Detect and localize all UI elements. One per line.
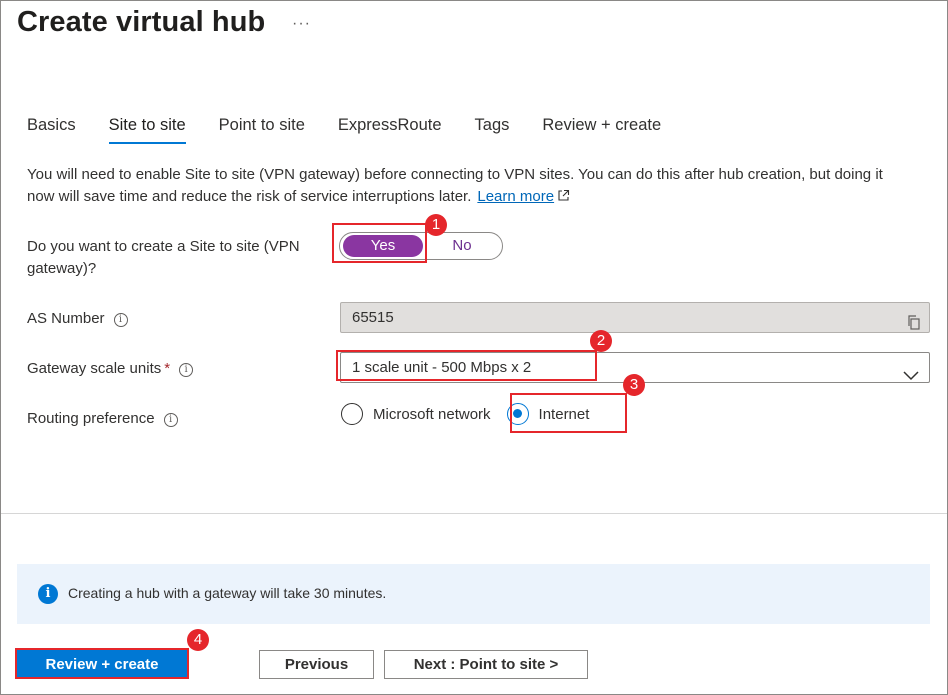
step-badge-1: 1 [425, 214, 447, 236]
more-options-button[interactable]: ··· [292, 15, 311, 33]
copy-icon[interactable] [907, 311, 921, 340]
tab-bar: Basics Site to site Point to site Expres… [27, 116, 694, 144]
divider [1, 513, 947, 514]
info-icon[interactable]: i [163, 413, 178, 427]
info-message-text: Creating a hub with a gateway will take … [68, 585, 387, 601]
gateway-scale-label-text: Gateway scale units [27, 360, 162, 377]
required-marker: * [164, 360, 171, 377]
tab-point-to-site[interactable]: Point to site [219, 116, 305, 144]
routing-preference-label: Routing preference i [27, 408, 178, 430]
info-icon[interactable]: i [113, 313, 128, 327]
as-number-field: 65515 [340, 302, 930, 333]
chevron-down-icon[interactable] [903, 362, 919, 391]
tab-site-to-site[interactable]: Site to site [108, 116, 186, 144]
step-badge-4: 4 [187, 629, 209, 651]
radio-microsoft-network-label: Microsoft network [373, 405, 491, 423]
step-badge-2: 2 [590, 330, 612, 352]
tab-review-create[interactable]: Review + create [542, 116, 661, 144]
tab-basics[interactable]: Basics [27, 116, 76, 144]
tab-tags[interactable]: Tags [475, 116, 510, 144]
info-circle-icon: i [38, 584, 58, 604]
tab-expressroute[interactable]: ExpressRoute [338, 116, 442, 144]
highlight-box-3 [510, 393, 627, 433]
page-title: Create virtual hub [17, 6, 266, 38]
description: You will need to enable Site to site (VP… [27, 164, 907, 209]
as-number-value: 65515 [352, 309, 394, 326]
toggle-no[interactable]: No [424, 235, 500, 257]
highlight-box-1 [332, 223, 427, 263]
description-text: You will need to enable Site to site (VP… [27, 166, 883, 205]
info-icon[interactable]: i [179, 363, 194, 377]
as-number-label-text: AS Number [27, 310, 105, 327]
external-link-icon[interactable] [557, 187, 570, 209]
highlight-box-2 [336, 350, 597, 381]
learn-more-link[interactable]: Learn more [477, 188, 554, 205]
info-message-bar: i Creating a hub with a gateway will tak… [17, 564, 930, 624]
as-number-label: AS Number i [27, 308, 128, 330]
previous-button[interactable]: Previous [259, 650, 374, 679]
gateway-scale-label: Gateway scale units * i [27, 358, 194, 380]
next-button[interactable]: Next : Point to site > [384, 650, 588, 679]
radio-microsoft-network[interactable]: Microsoft network [341, 403, 491, 425]
step-badge-3: 3 [623, 374, 645, 396]
routing-label-text: Routing preference [27, 410, 155, 427]
radio-button-unchecked[interactable] [341, 403, 363, 425]
highlight-box-4 [15, 648, 189, 679]
vpn-question-label: Do you want to create a Site to site (VP… [27, 238, 300, 277]
